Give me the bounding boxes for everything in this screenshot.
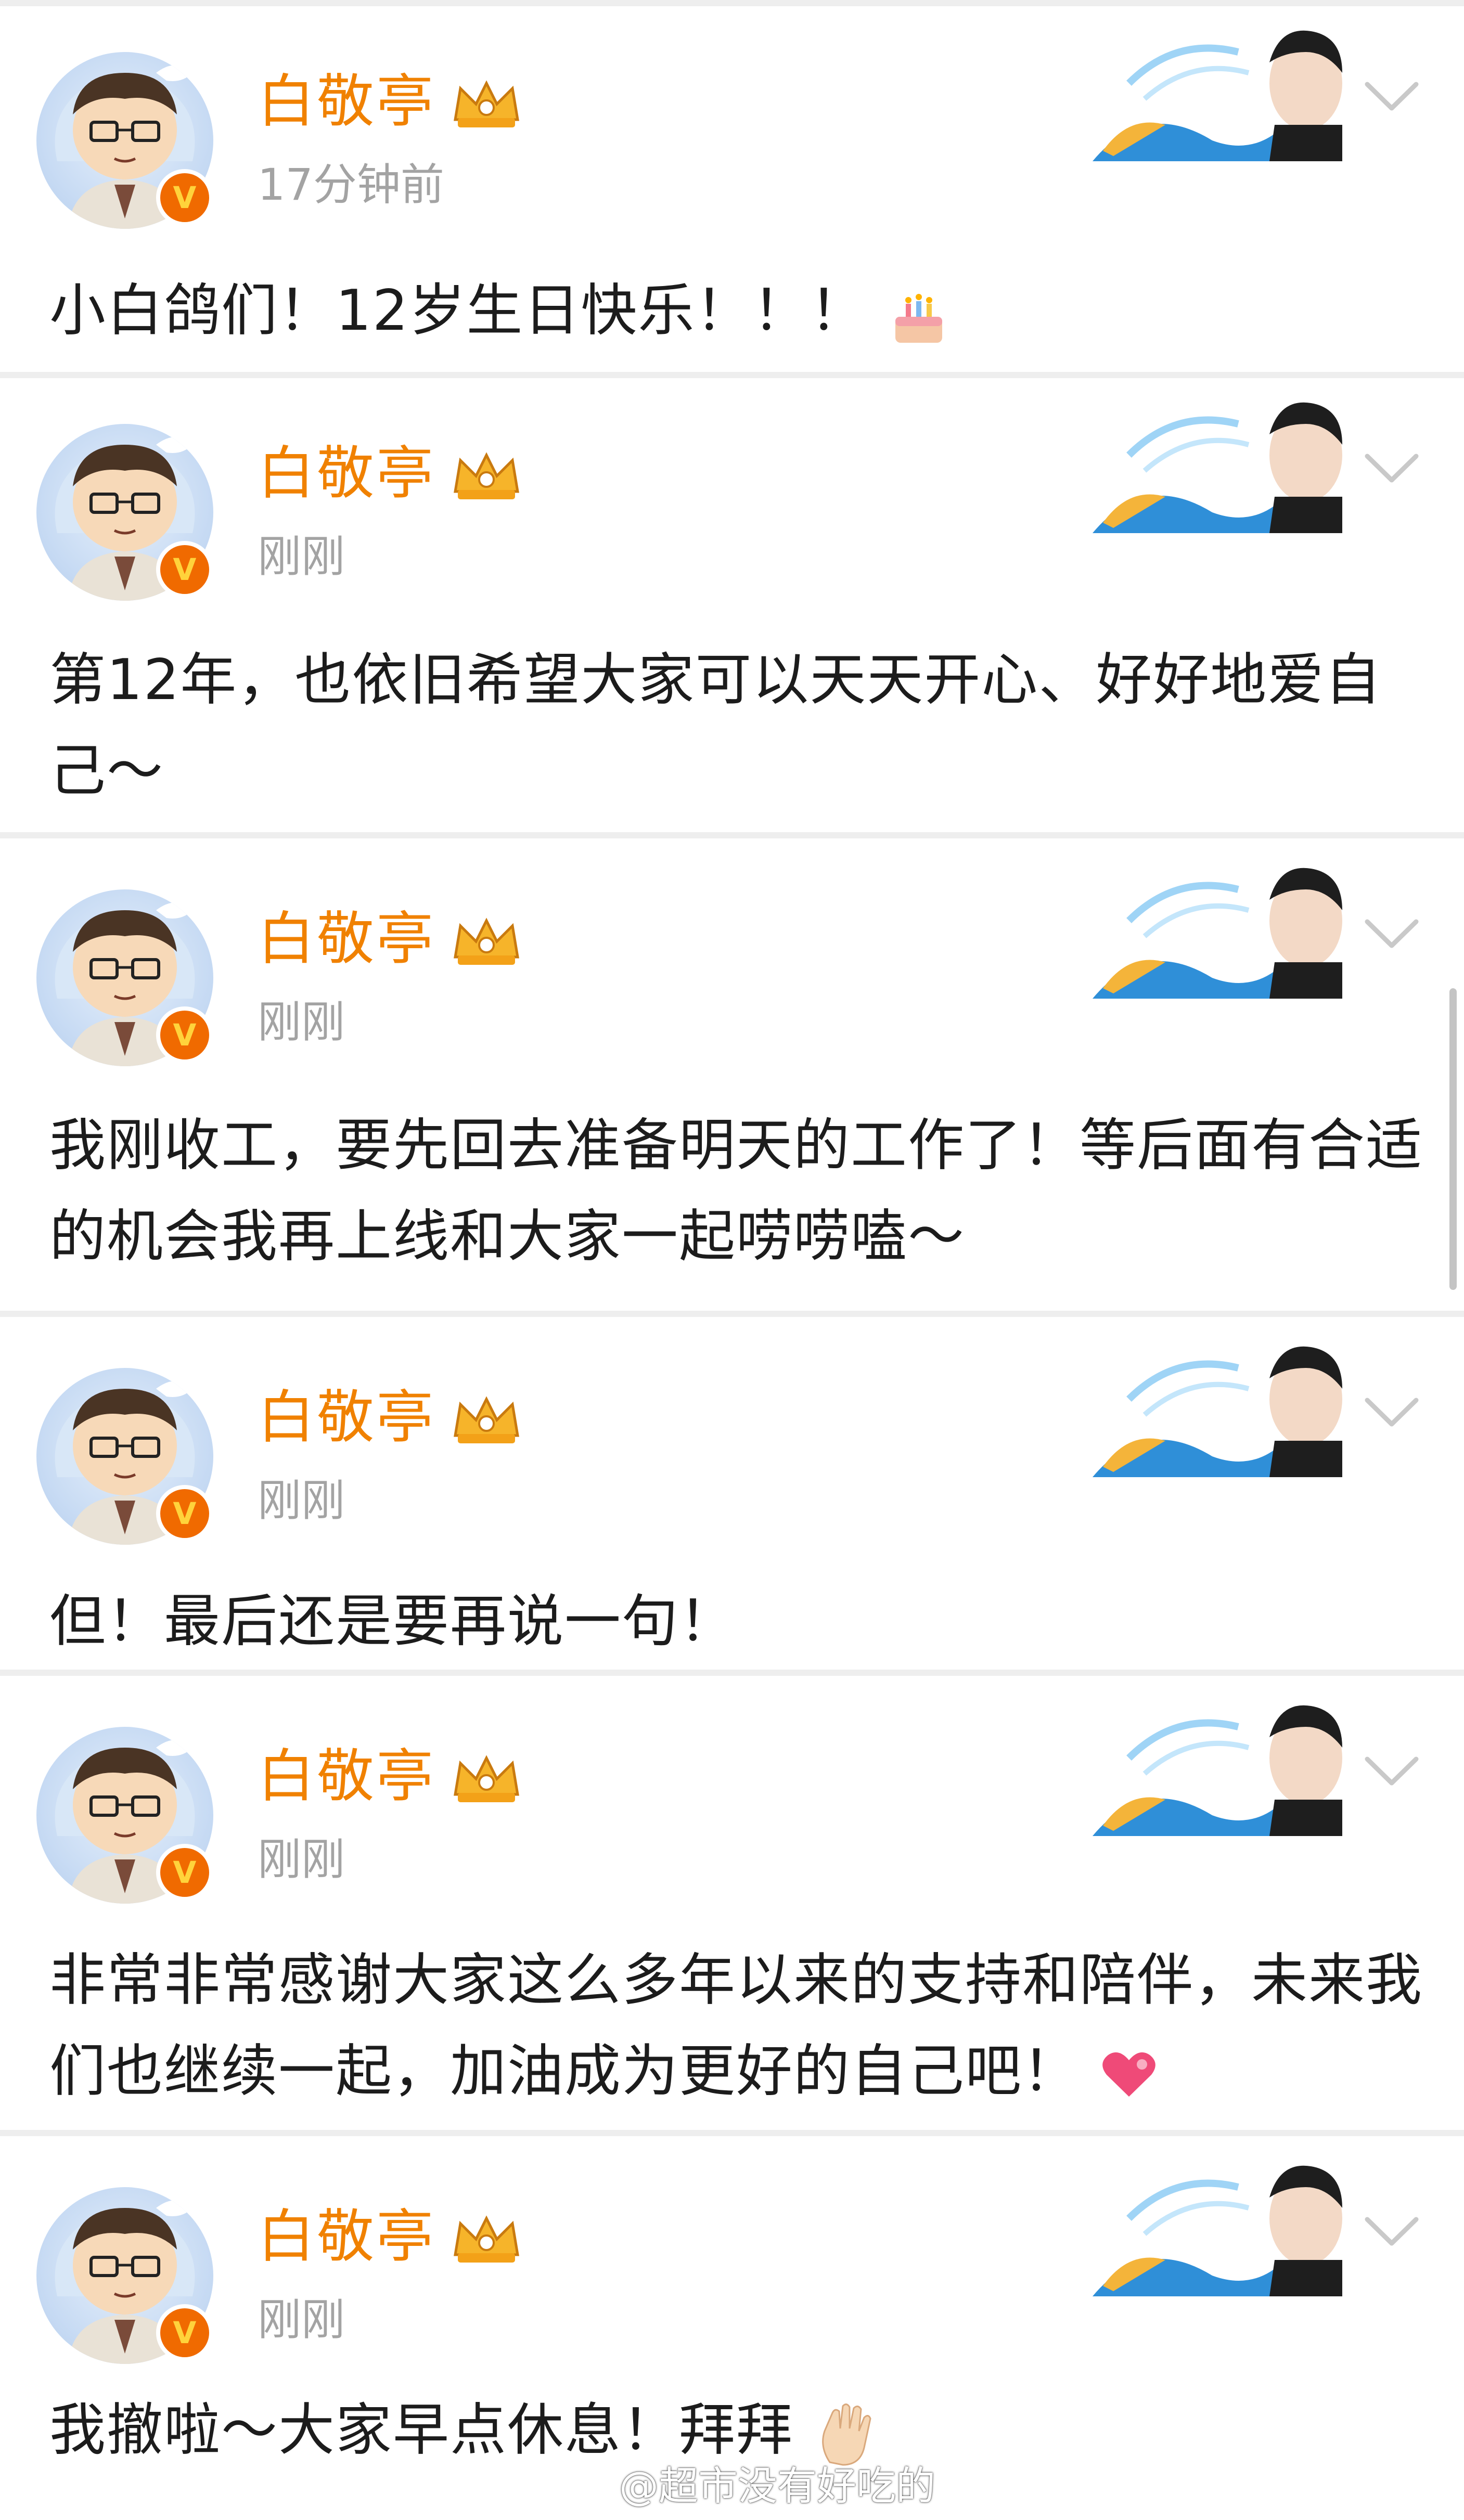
birthday-cake-emoji <box>895 294 943 343</box>
weibo-logo-icon <box>563 2472 612 2507</box>
chevron-down-icon[interactable] <box>1363 450 1420 486</box>
crown-membership-icon <box>454 80 519 127</box>
crown-membership-icon <box>454 452 519 499</box>
username[interactable]: 白敬亭 <box>258 68 435 135</box>
crown-membership-icon <box>454 1755 519 1802</box>
post-content: 小白鸽们！12岁生日快乐！！！ <box>49 265 1423 356</box>
chevron-down-icon[interactable] <box>1363 915 1420 952</box>
feed-post[interactable]: V 白敬亭 刚刚 非常非常感谢大家这么多年以来的支持和陪伴，未来我们也继续一起，… <box>0 1675 1464 2133</box>
post-text: 但！最后还是要再说一句！ <box>49 1589 737 1654</box>
feed-post[interactable]: V 白敬亭 刚刚 第12年，也依旧希望大家可以天天开心、好好地爱自己～ <box>0 372 1464 837</box>
post-timestamp: 刚刚 <box>258 531 345 582</box>
verified-v-icon: V <box>156 1485 213 1542</box>
card-decoration-image <box>1093 1705 1342 1836</box>
post-timestamp: 刚刚 <box>258 1475 345 1526</box>
post-text: 非常非常感谢大家这么多年以来的支持和陪伴，未来我们也继续一起，加油成为更好的自己… <box>49 1948 1423 2104</box>
post-content: 非常非常感谢大家这么多年以来的支持和陪伴，未来我们也继续一起，加油成为更好的自己… <box>49 1935 1423 2117</box>
card-decoration-image <box>1093 868 1342 999</box>
post-content: 我撤啦～大家早点休息！拜拜 <box>49 2385 1423 2476</box>
chevron-down-icon[interactable] <box>1363 1394 1420 1430</box>
comment-feed: V 白敬亭 17分钟前 小白鸽们！12岁生日快乐！！！ V 白敬亭 刚刚 第12… <box>0 0 1464 2520</box>
username[interactable]: 白敬亭 <box>258 1742 435 1810</box>
post-text: 我撤啦～大家早点休息！拜拜 <box>49 2398 794 2463</box>
post-content: 我刚收工，要先回去准备明天的工作了！等后面有合适的机会我再上线和大家一起唠唠嗑～ <box>49 1100 1423 1282</box>
verified-v-icon: V <box>156 169 213 226</box>
feed-post[interactable]: V 白敬亭 17分钟前 小白鸽们！12岁生日快乐！！！ <box>0 0 1464 377</box>
card-decoration-image <box>1093 2165 1342 2296</box>
post-timestamp: 刚刚 <box>258 2294 345 2345</box>
username[interactable]: 白敬亭 <box>258 1384 435 1451</box>
waving-hand-emoji <box>822 2403 871 2466</box>
verified-v-icon: V <box>156 541 213 598</box>
card-decoration-image <box>1093 30 1342 161</box>
verified-v-icon: V <box>156 1006 213 1064</box>
crown-membership-icon <box>454 917 519 965</box>
verified-v-icon: V <box>156 2304 213 2361</box>
scrollbar[interactable] <box>1449 988 1457 1290</box>
username[interactable]: 白敬亭 <box>258 440 435 507</box>
watermark-text: @超市没有好吃的 <box>619 2463 935 2509</box>
watermark: @超市没有好吃的 <box>562 2463 935 2510</box>
post-timestamp: 刚刚 <box>258 997 345 1048</box>
card-decoration-image <box>1093 402 1342 533</box>
verified-v-icon: V <box>156 1844 213 1901</box>
post-text: 小白鸽们！12岁生日快乐！！！ <box>49 278 867 343</box>
card-decoration-image <box>1093 1346 1342 1477</box>
crown-membership-icon <box>454 1396 519 1443</box>
post-text: 我刚收工，要先回去准备明天的工作了！等后面有合适的机会我再上线和大家一起唠唠嗑～ <box>49 1113 1423 1269</box>
chevron-down-icon[interactable] <box>1363 2213 1420 2250</box>
post-content: 但！最后还是要再说一句！ <box>49 1576 1423 1667</box>
heart-emoji <box>1102 2052 1155 2097</box>
post-timestamp: 17分钟前 <box>258 159 444 210</box>
chevron-down-icon[interactable] <box>1363 78 1420 114</box>
username[interactable]: 白敬亭 <box>258 2203 435 2270</box>
crown-membership-icon <box>454 2215 519 2263</box>
post-content: 第12年，也依旧希望大家可以天天开心、好好地爱自己～ <box>49 635 1423 817</box>
username[interactable]: 白敬亭 <box>258 905 435 973</box>
feed-post[interactable]: V 白敬亭 刚刚 我撤啦～大家早点休息！拜拜 <box>0 2135 1464 2520</box>
feed-post[interactable]: V 白敬亭 刚刚 但！最后还是要再说一句！ <box>0 1316 1464 1675</box>
post-text: 第12年，也依旧希望大家可以天天开心、好好地爱自己～ <box>49 648 1382 804</box>
chevron-down-icon[interactable] <box>1363 1753 1420 1789</box>
feed-post[interactable]: V 白敬亭 刚刚 我刚收工，要先回去准备明天的工作了！等后面有合适的机会我再上线… <box>0 837 1464 1311</box>
post-timestamp: 刚刚 <box>258 1834 345 1885</box>
